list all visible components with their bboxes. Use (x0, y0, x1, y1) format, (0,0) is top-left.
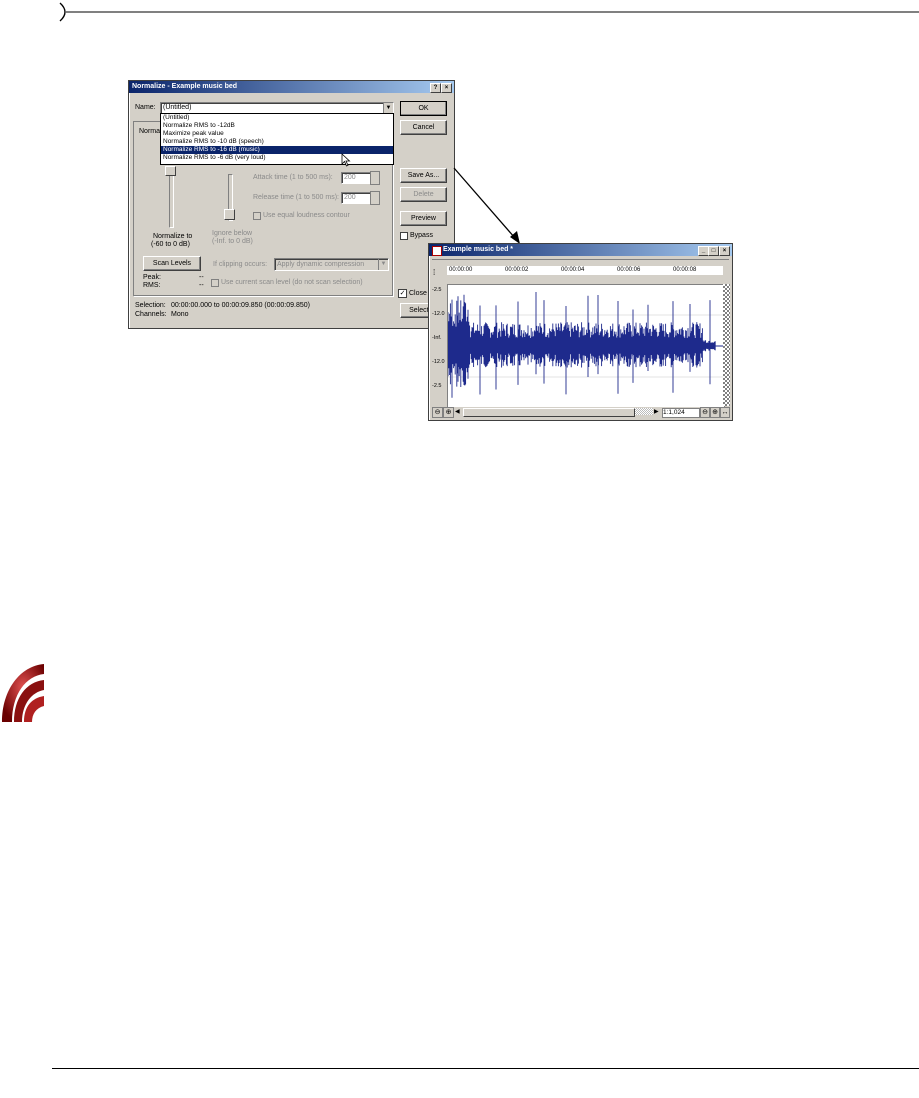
dialog-titlebar: Normalize - Example music bed (129, 81, 454, 93)
preset-option[interactable]: Normalize RMS to -12dB (161, 122, 393, 130)
db-scale: -2.5 -12.0 -Inf. -12.0 -2.5 (432, 284, 447, 406)
selection-label: Selection: (135, 302, 166, 309)
release-input[interactable]: 200 (341, 192, 371, 204)
db-label: -2.5 (432, 383, 442, 389)
chevron-down-icon[interactable]: ▼ (383, 103, 393, 113)
bottom-scrollbar[interactable]: ⊖ ⊕ ◀ ▶ 1:1,024 ⊖ ⊕ ↔ (432, 407, 730, 418)
help-button[interactable]: ? (430, 83, 441, 93)
cancel-button[interactable]: Cancel (400, 120, 447, 135)
scroll-thumb[interactable] (463, 408, 635, 417)
wave-file-icon (432, 246, 442, 256)
clipping-value: Apply dynamic compression (277, 261, 365, 268)
normalize-dialog: Normalize - Example music bed ? × Name: … (128, 80, 455, 329)
ruler-tick-label: 00:00:08 (673, 267, 697, 273)
rms-value: -- (199, 282, 204, 289)
channels-label: Channels: (135, 311, 167, 318)
close-window-button[interactable]: × (719, 246, 730, 256)
ruler-tick-label: 00:00:02 (505, 267, 529, 273)
zoom-out-icon[interactable]: ⊖ (432, 407, 443, 418)
zoom-icon[interactable]: ⊖ (700, 407, 710, 418)
ok-button[interactable]: OK (400, 101, 447, 116)
preset-option[interactable]: Normalize RMS to -6 dB (very loud) (161, 154, 393, 162)
time-ruler: 00:00:00 00:00:02 00:00:04 00:00:06 00:00:08 (447, 266, 723, 275)
db-label: -Inf. (432, 335, 442, 341)
rms-label: RMS: (143, 282, 161, 289)
name-label: Name: (135, 104, 156, 111)
release-label: Release time (1 to 500 ms): (253, 194, 339, 201)
group-label: Norma (139, 128, 161, 135)
brand-logo-icon (2, 664, 44, 722)
zoom-ratio: 1:1,024 (662, 408, 700, 418)
bypass-label: Bypass (410, 232, 433, 239)
release-value: 200 (344, 194, 356, 201)
bypass-checkbox[interactable] (400, 232, 408, 240)
preset-value: (Untitled) (163, 104, 192, 111)
mouse-cursor-icon (341, 153, 351, 167)
preset-option[interactable]: Normalize RMS to -16 dB (music) (161, 146, 393, 154)
right-scroll-hatch (723, 284, 730, 406)
zoom-in-small-icon[interactable]: ⊕ (710, 407, 720, 418)
preset-option[interactable]: Normalize RMS to -10 dB (speech) (161, 138, 393, 146)
scroll-track (635, 408, 653, 415)
db-label: -2.5 (432, 287, 442, 293)
clipping-select[interactable]: Apply dynamic compression ▼ (274, 258, 389, 271)
close-checkbox-label: Close (409, 290, 427, 297)
clipping-label: If clipping occurs: (213, 261, 268, 268)
equal-loudness-label: Use equal loudness contour (263, 212, 350, 219)
footer-rule (52, 1068, 919, 1069)
preset-option[interactable]: Maximize peak value (161, 130, 393, 138)
equal-loudness-checkbox[interactable] (253, 212, 261, 220)
ruler-tick-label: 00:00:04 (561, 267, 585, 273)
scroll-left-icon[interactable]: ◀ (455, 408, 460, 416)
header-rule (59, 2, 919, 22)
maximize-button[interactable]: □ (708, 246, 719, 256)
zoom-in-icon[interactable]: ⊕ (443, 407, 454, 418)
zoom-fit-icon[interactable]: ↔ (720, 407, 730, 418)
ignore-slider-thumb[interactable] (224, 209, 235, 220)
attack-input[interactable]: 200 (341, 172, 371, 184)
release-spinner[interactable] (370, 191, 380, 205)
callout-arrow (453, 167, 520, 244)
waveform-plot (447, 291, 724, 398)
ruler-tick-label: 00:00:06 (617, 267, 641, 273)
ignore-range: (-Inf. to 0 dB) (212, 238, 253, 245)
scroll-right-icon[interactable]: ▶ (654, 408, 659, 416)
waveform-trace (447, 291, 716, 398)
scan-levels-button[interactable]: Scan Levels (143, 256, 201, 271)
waveform-toolbar (432, 259, 729, 264)
close-checkbox[interactable]: ✓ (398, 289, 407, 298)
attack-value: 200 (344, 174, 356, 181)
close-button[interactable]: × (441, 83, 452, 93)
waveform-area[interactable] (447, 284, 725, 408)
selection-value: 00:00:00.000 to 00:00:09.850 (00:00:09.8… (171, 302, 310, 309)
marker-icon[interactable]: ⁞ (433, 268, 435, 278)
db-label: -12.0 (432, 359, 445, 365)
preset-option[interactable]: (Untitled) (161, 114, 393, 122)
chevron-down-icon[interactable]: ▼ (378, 259, 388, 270)
normalize-slider-thumb[interactable] (165, 166, 176, 176)
waveform-window: Example music bed * _ □ × 00:00:00 00:00:… (428, 243, 733, 421)
preset-dropdown-list[interactable]: (Untitled) Normalize RMS to -12dB Maximize… (160, 113, 394, 165)
use-current-checkbox[interactable] (211, 279, 219, 287)
use-current-label: Use current scan level (do not scan sele… (221, 279, 363, 286)
attack-label: Attack time (1 to 500 ms): (253, 174, 333, 181)
waveform-titlebar: Example music bed * (429, 244, 732, 256)
attack-spinner[interactable] (370, 171, 380, 185)
db-label: -12.0 (432, 311, 445, 317)
normalize-range: (-60 to 0 dB) (151, 241, 190, 248)
channels-value: Mono (171, 311, 189, 318)
ruler-tick-label: 00:00:00 (449, 267, 473, 273)
